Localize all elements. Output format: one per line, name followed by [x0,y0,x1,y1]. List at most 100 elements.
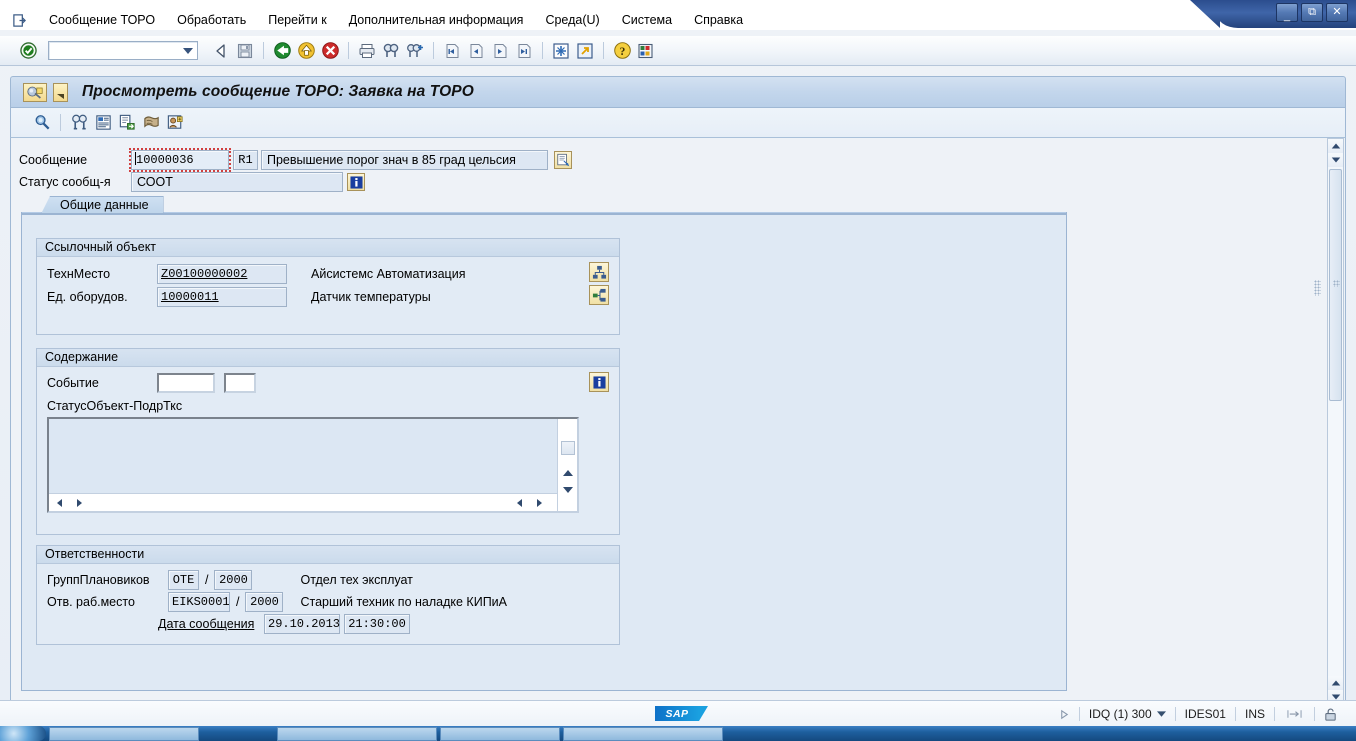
menu-item-system[interactable]: Система [611,10,683,30]
create-session-icon[interactable] [550,40,572,62]
event-code-input[interactable] [157,373,215,393]
scrollbar-thumb[interactable] [1329,169,1342,401]
partner-icon[interactable] [164,112,186,134]
scroll-down-button[interactable] [1328,153,1343,167]
work-center-input[interactable]: EIKS0001 [168,592,230,612]
taskbar-item[interactable] [563,726,723,741]
menu-item-goto[interactable]: Перейти к [257,10,337,30]
message-label: Сообщение [19,153,88,167]
message-type-value: R1 [238,153,253,167]
status-system[interactable]: IDQ (1) 300 [1080,707,1175,721]
menu-item-help[interactable]: Справка [683,10,754,30]
system-menu-icon[interactable] [8,11,30,29]
work-center-plant-input[interactable]: 2000 [245,592,284,612]
chevron-down-icon[interactable] [183,48,193,54]
print-icon[interactable] [356,40,378,62]
info-icon[interactable] [347,173,365,191]
history-icon[interactable] [140,112,162,134]
title-menu-icon[interactable] [53,82,68,102]
enter-check-icon[interactable] [18,41,38,61]
end-session-icon[interactable] [319,40,341,62]
menu-item-edit[interactable]: Обработать [166,10,257,30]
message-text-value: Превышение порог знач в 85 град цельсия [267,153,516,167]
previous-page-icon[interactable] [465,40,487,62]
equipment-row: Ед. оборудов. 10000011 Датчик температур… [47,287,431,307]
scroll-left-button[interactable] [51,496,67,510]
panel-resize-grip[interactable] [1314,280,1321,296]
status-label: Статус сообщ-я [19,175,111,189]
scroll-right-end-button[interactable] [531,496,547,510]
status-expand-button[interactable] [1050,709,1079,720]
tab-strip: Общие данные [21,196,1067,215]
status-input[interactable]: СООТ [131,172,343,192]
close-button[interactable]: ✕ [1326,3,1348,22]
message-text-input[interactable]: Превышение порог знач в 85 град цельсия [261,150,548,170]
tab-label: Общие данные [60,198,149,212]
scroll-down-button[interactable] [560,483,576,497]
objects-icon[interactable] [68,112,90,134]
scroll-right-button[interactable] [71,496,87,510]
first-page-icon[interactable] [441,40,463,62]
scroll-bottom-up-button[interactable] [1328,676,1343,690]
cancel-icon[interactable] [295,40,317,62]
message-number-input[interactable]: 10000036 [129,148,231,172]
taskbar-item[interactable] [49,726,199,741]
event-value-input[interactable] [224,373,256,393]
last-page-icon[interactable] [513,40,535,62]
status-bar: SAP IDQ (1) 300 IDES01 INS [0,700,1356,726]
exit-icon[interactable] [271,40,293,62]
message-time-input[interactable]: 21:30:00 [344,614,410,634]
structure-hierarchy-icon[interactable] [589,262,609,282]
functional-location-input[interactable]: Z00100000002 [157,264,287,284]
equipment-structure-icon[interactable] [589,285,609,305]
order-icon[interactable] [116,112,138,134]
long-text-area[interactable] [47,417,579,513]
status-row: Статус сообщ-я СООТ [19,172,365,192]
text-area-vertical-scrollbar[interactable] [557,419,577,511]
scroll-up-button[interactable] [1328,139,1343,153]
create-shortcut-icon[interactable] [574,40,596,62]
taskbar-item[interactable] [440,726,560,741]
canvas-scrollbar-outer[interactable] [1327,138,1344,705]
command-field[interactable] [48,41,198,60]
help-icon[interactable]: ? [611,40,633,62]
restore-button[interactable]: ⧉ [1301,3,1323,22]
display-change-icon[interactable] [31,112,53,134]
find-icon[interactable] [380,40,402,62]
functional-location-value: Z00100000002 [161,267,248,281]
long-text-icon[interactable] [92,112,114,134]
message-type-field[interactable]: R1 [233,150,258,170]
tab-general-data[interactable]: Общие данные [41,196,164,214]
next-page-icon[interactable] [489,40,511,62]
minimize-button[interactable]: _ [1276,3,1298,22]
status-server-label: IDES01 [1184,707,1226,721]
equipment-value: 10000011 [161,290,219,304]
status-insert-mode[interactable]: INS [1236,707,1274,721]
find-next-icon[interactable] [404,40,426,62]
planner-plant-input[interactable]: 2000 [214,570,253,590]
scroll-left-end-button[interactable] [511,496,527,510]
menu-item-message[interactable]: Сообщение ТОРО [38,10,166,30]
scrollbar-thumb[interactable] [561,441,575,455]
status-bar-right: IDQ (1) 300 IDES01 INS [1050,701,1346,727]
status-lock[interactable] [1315,707,1346,722]
planner-group-label: ГруппПлановиков [47,573,150,587]
back-icon[interactable] [210,40,232,62]
customize-layout-icon[interactable] [635,40,657,62]
scroll-up-button[interactable] [560,466,576,480]
notification-badge-icon [23,82,47,102]
planner-group-input[interactable]: OTE [168,570,199,590]
equipment-label: Ед. оборудов. [47,290,128,304]
save-icon[interactable] [234,40,256,62]
status-resize[interactable] [1275,708,1314,720]
start-button[interactable] [0,726,46,741]
long-text-icon[interactable] [554,151,572,169]
info-icon[interactable] [589,372,609,392]
taskbar-item[interactable] [277,726,437,741]
text-area-horizontal-scrollbar[interactable] [49,493,557,511]
menu-item-extras[interactable]: Дополнительная информация [338,10,535,30]
menu-item-environment[interactable]: Среда(U) [534,10,610,30]
status-value: СООТ [137,175,173,189]
equipment-input[interactable]: 10000011 [157,287,287,307]
message-date-input[interactable]: 29.10.2013 [264,614,340,634]
